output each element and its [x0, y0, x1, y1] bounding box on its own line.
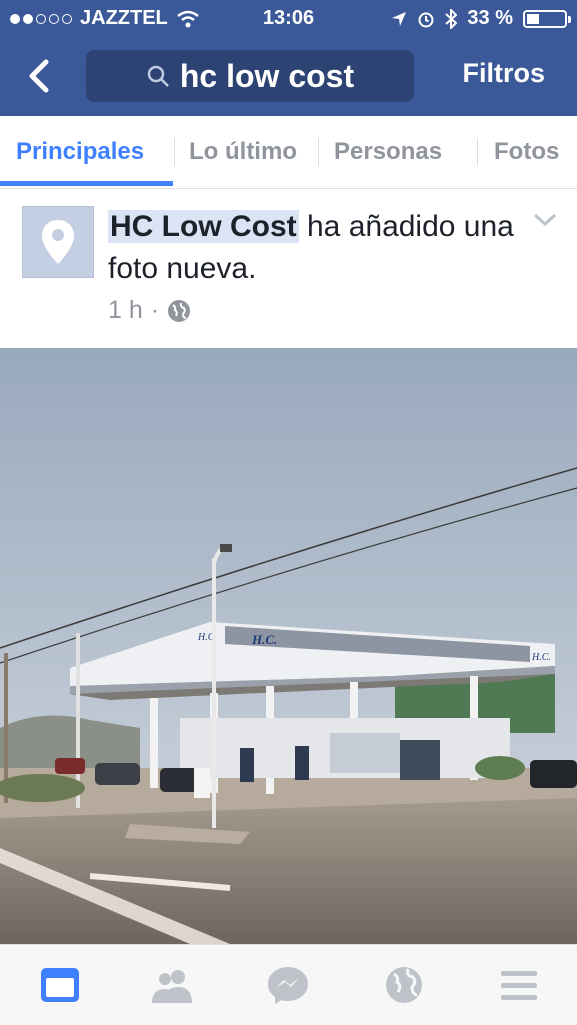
post-meta: 1 h · [108, 296, 191, 325]
page-avatar[interactable] [22, 206, 94, 278]
page-name-link[interactable]: HC Low Cost [108, 210, 299, 243]
globe-icon[interactable] [382, 965, 426, 1005]
search-query: hc low cost [179, 57, 355, 94]
status-right: 33 % [391, 7, 571, 30]
tab-personas[interactable]: Personas [334, 116, 442, 188]
tab-divider [477, 138, 478, 166]
news-feed-icon[interactable] [38, 965, 82, 1005]
tab-lo-ultimo[interactable]: Lo último [189, 116, 297, 188]
active-tab-indicator [0, 181, 173, 186]
search-icon [147, 65, 169, 87]
search-input[interactable]: hc low cost [86, 50, 414, 102]
search-tabs: Principales Lo último Personas Fotos [0, 116, 577, 189]
location-arrow-icon [392, 11, 407, 26]
top-bar: JAZZTEL 13:06 33 % hc low cost Filtros [0, 0, 577, 116]
canopy-sign-right: H.C. [531, 652, 551, 663]
post-timestamp[interactable]: 1 h [108, 296, 143, 325]
tab-divider [174, 138, 175, 166]
filters-button[interactable]: Filtros [462, 58, 545, 89]
post-photo[interactable]: H.C. H.C H.C. [0, 348, 577, 944]
bottom-nav [0, 944, 577, 1025]
friends-icon[interactable] [150, 965, 194, 1005]
canopy-sign-main: H.C. [251, 632, 277, 647]
post-headline: HC Low Cost ha añadido una foto nueva. [108, 206, 528, 290]
globe-icon [168, 299, 191, 322]
alarm-icon [418, 12, 434, 27]
messenger-icon[interactable] [266, 965, 310, 1005]
battery-percent: 33 % [467, 7, 513, 29]
place-pin-icon [42, 220, 74, 264]
bluetooth-icon [445, 8, 458, 29]
battery-icon [523, 9, 571, 28]
back-arrow-icon[interactable] [20, 56, 60, 96]
meta-separator: · [150, 296, 160, 324]
tab-fotos[interactable]: Fotos [494, 116, 559, 188]
tab-divider [318, 138, 319, 166]
menu-icon[interactable] [497, 965, 541, 1005]
status-bar: JAZZTEL 13:06 33 % [0, 0, 577, 36]
tab-principales[interactable]: Principales [16, 116, 144, 188]
chevron-down-icon[interactable] [532, 210, 558, 230]
